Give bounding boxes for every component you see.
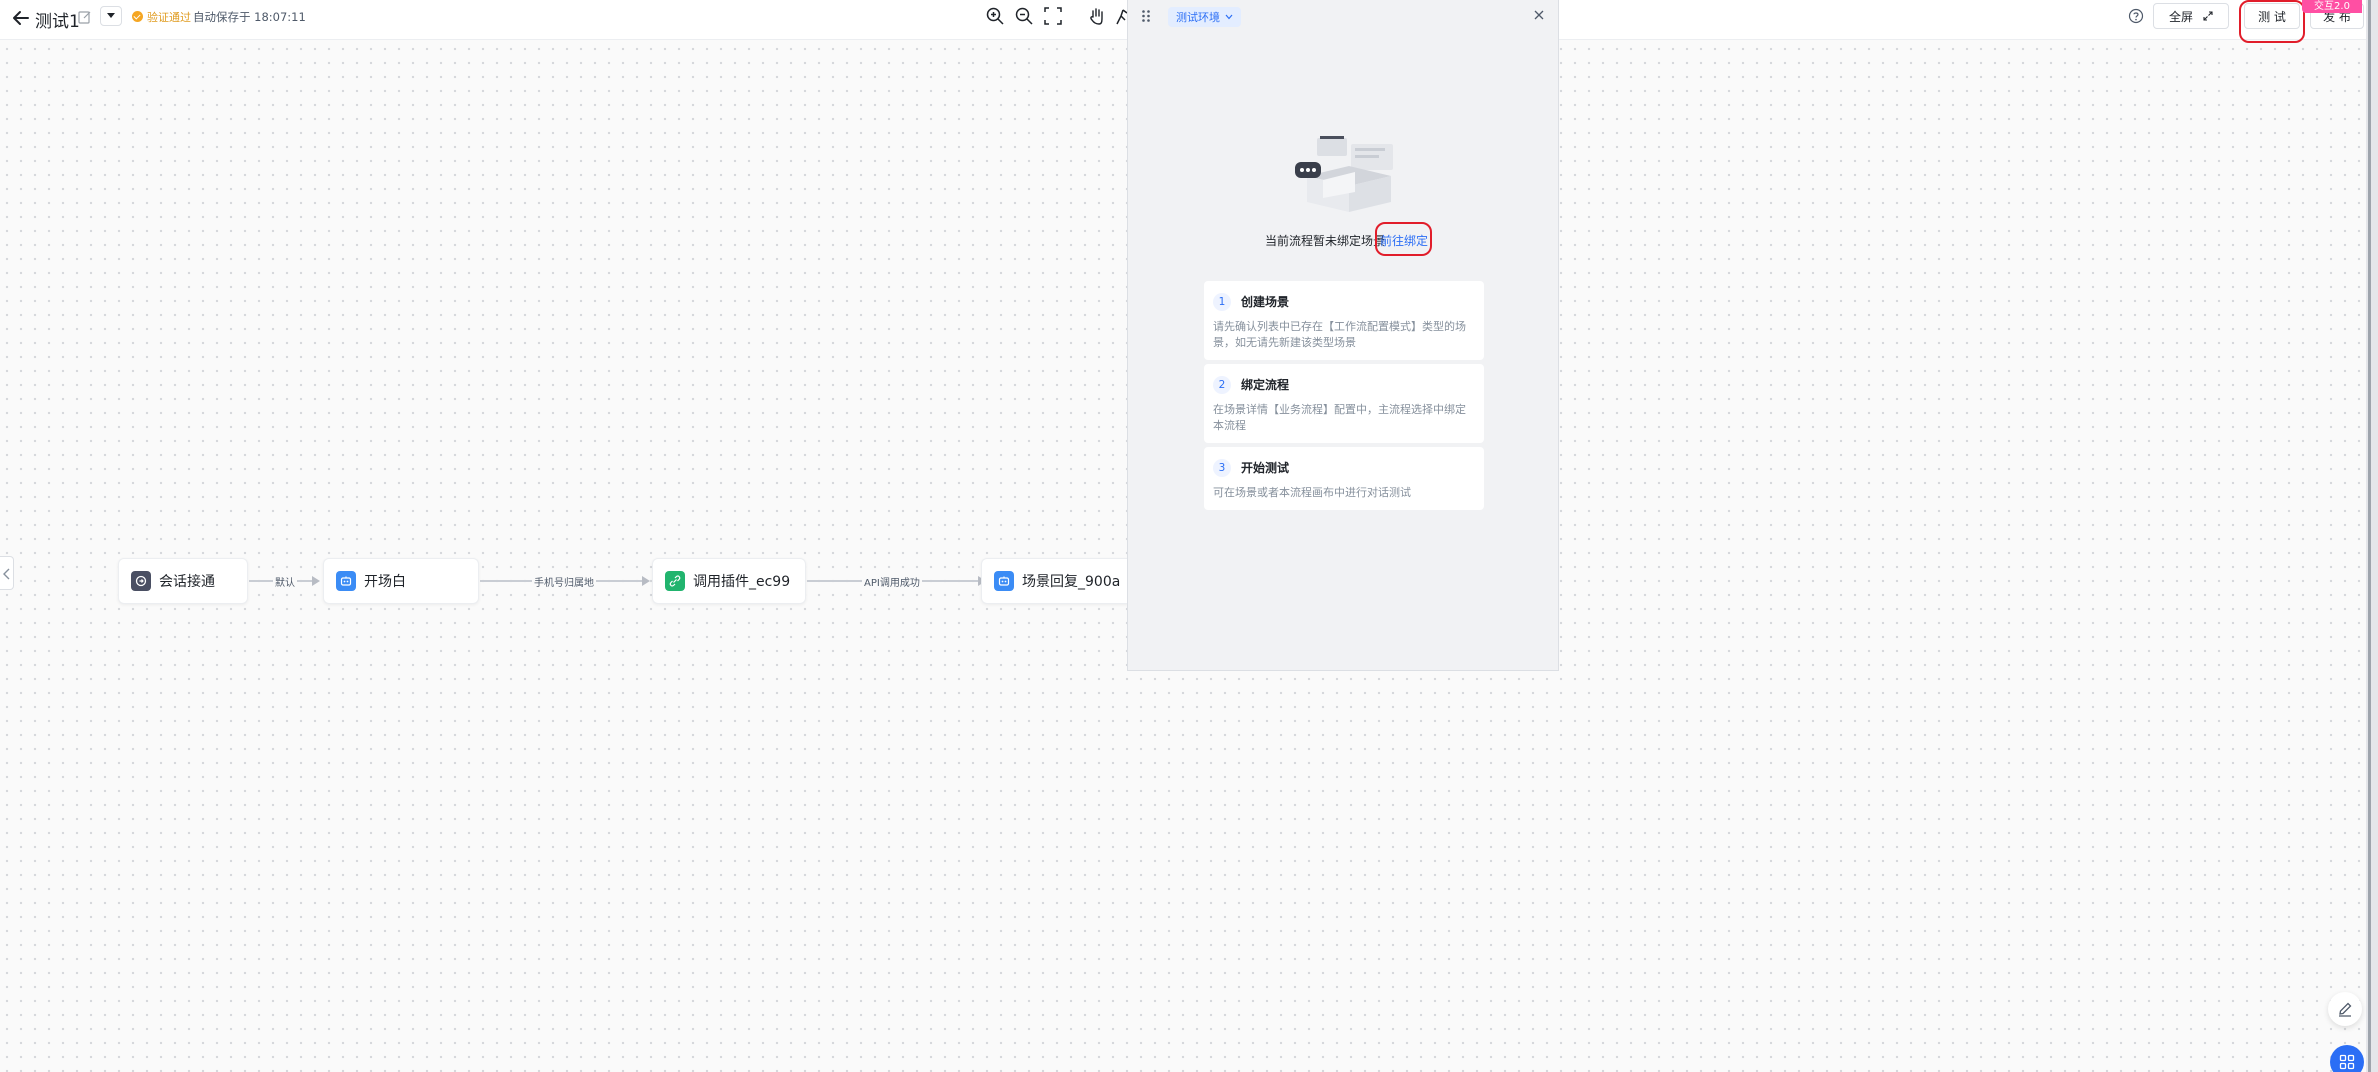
step-number: 3 <box>1213 458 1231 477</box>
flow-node-label: 场景回复_900a <box>1022 574 1121 590</box>
step-description: 请先确认列表中已存在【工作流配置模式】类型的场景，如无请先新建该类型场景 <box>1213 319 1466 349</box>
step-title: 开始测试 <box>1241 461 1290 475</box>
grid-apps-icon <box>2339 1054 2355 1070</box>
flow-edge-label: API调用成功 <box>862 574 922 589</box>
arrow-right-icon <box>642 576 650 586</box>
edit-icon <box>2339 1002 2352 1017</box>
plugin-icon <box>665 571 685 591</box>
page-title: 测试1 <box>35 12 80 32</box>
test-label: 测 试 <box>2258 9 2286 24</box>
version-badge: 交互2.0 <box>2302 0 2362 13</box>
fit-view-icon[interactable] <box>1043 6 1063 26</box>
go-bind-link[interactable]: 前往绑定 <box>1380 232 1428 249</box>
flow-node-scene-reply[interactable]: 场景回复_900a <box>981 558 1131 604</box>
left-panel-toggle[interactable] <box>0 556 14 590</box>
step-card-start-test: 3 开始测试 可在场景或者本流程画布中进行对话测试 <box>1204 447 1484 510</box>
flow-node-opening[interactable]: 开场白 <box>323 558 479 604</box>
step-number: 1 <box>1213 292 1231 311</box>
hand-icon[interactable] <box>1087 6 1107 26</box>
test-button[interactable]: 测 试 <box>2244 3 2300 29</box>
arrow-right-icon <box>312 576 320 586</box>
flow-node-label: 开场白 <box>364 574 406 590</box>
step-title: 绑定流程 <box>1241 378 1290 392</box>
zoom-in-icon[interactable] <box>985 6 1005 26</box>
environment-label: 测试环境 <box>1176 11 1220 24</box>
edit-title-icon[interactable] <box>77 9 93 25</box>
empty-state-text: 当前流程暂未绑定场景 <box>1265 234 1386 248</box>
help-icon[interactable] <box>2128 8 2144 24</box>
right-scrollbar[interactable] <box>2366 0 2378 1072</box>
step-description: 可在场景或者本流程画布中进行对话测试 <box>1213 485 1411 499</box>
run-icon[interactable] <box>1114 6 1128 26</box>
autosave-status: 自动保存于 18:07:11 <box>193 10 306 24</box>
back-arrow-icon[interactable] <box>10 7 32 29</box>
flow-node-label: 调用插件_ec99 <box>693 574 791 590</box>
check-circle-icon <box>132 11 143 22</box>
caret-down-icon <box>107 13 115 18</box>
apps-button[interactable] <box>2330 1045 2364 1072</box>
drag-handle-icon[interactable] <box>1141 9 1151 23</box>
flow-node-plugin[interactable]: 调用插件_ec99 <box>652 558 806 604</box>
flow-node-session[interactable]: 会话接通 <box>118 558 248 604</box>
robot-icon <box>336 571 356 591</box>
version-dropdown-button[interactable] <box>100 6 122 26</box>
step-description: 在场景详情【业务流程】配置中，主流程选择中绑定本流程 <box>1213 402 1466 432</box>
step-card-create-scene: 1 创建场景 请先确认列表中已存在【工作流配置模式】类型的场景，如无请先新建该类型… <box>1204 281 1484 360</box>
empty-state-illustration <box>1295 136 1393 212</box>
flow-edge-label: 默认 <box>273 574 297 589</box>
step-card-bind-flow: 2 绑定流程 在场景详情【业务流程】配置中，主流程选择中绑定本流程 <box>1204 364 1484 443</box>
step-title: 创建场景 <box>1241 295 1290 309</box>
zoom-out-icon[interactable] <box>1014 6 1034 26</box>
validation-status: 验证通过 <box>147 11 191 24</box>
environment-select[interactable]: 测试环境 <box>1168 7 1241 27</box>
chevron-down-icon <box>1225 14 1233 20</box>
fullscreen-button[interactable]: 全屏 <box>2153 3 2229 29</box>
fullscreen-label: 全屏 <box>2168 9 2193 24</box>
robot-icon <box>994 571 1014 591</box>
flow-edge-label: 手机号归属地 <box>532 574 596 589</box>
session-icon <box>131 571 151 591</box>
test-panel: 测试环境 当前流程暂未绑定场景 前往绑定 1 创建场景 请先确认列表中已存在【工作… <box>1127 0 1559 671</box>
expand-icon <box>2203 11 2213 21</box>
chevron-left-icon <box>3 568 10 580</box>
test-panel-header: 测试环境 <box>1128 0 1558 36</box>
close-icon[interactable] <box>1532 8 1546 22</box>
feedback-edit-button[interactable] <box>2328 992 2362 1026</box>
flow-node-label: 会话接通 <box>159 574 215 590</box>
step-number: 2 <box>1213 375 1231 394</box>
